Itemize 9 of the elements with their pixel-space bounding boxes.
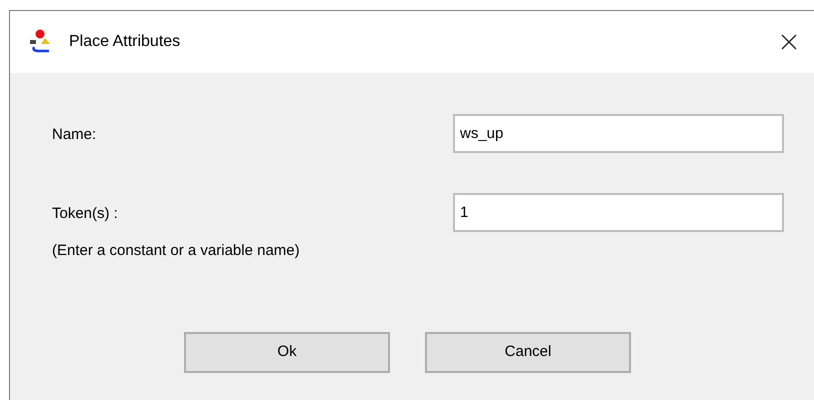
field-label: Name: <box>52 125 98 145</box>
window-title: Place Attributes <box>69 32 180 52</box>
text-field[interactable]: ws_up <box>453 114 784 153</box>
dialog-button[interactable]: Cancel <box>425 332 631 373</box>
close-icon <box>781 34 797 50</box>
field-label: Token(s) : <box>52 204 119 224</box>
dialog-button[interactable]: Ok <box>184 332 390 373</box>
field-hint: (Enter a constant or a variable name) <box>52 240 301 260</box>
text-field[interactable]: 1 <box>453 193 784 232</box>
